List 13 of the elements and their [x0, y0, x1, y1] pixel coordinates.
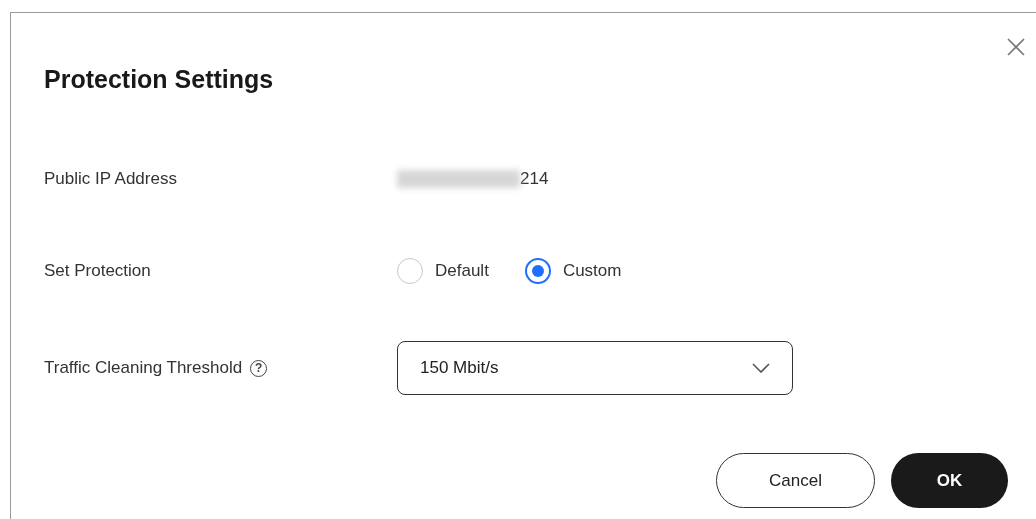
field-label: Public IP Address	[44, 169, 177, 189]
radio-label[interactable]: Custom	[562, 261, 622, 281]
ok-button[interactable]: OK	[891, 453, 1008, 508]
dialog-title: Protection Settings	[44, 64, 274, 95]
close-icon[interactable]	[1007, 38, 1025, 56]
chevron-down-icon	[752, 363, 770, 373]
radio-label[interactable]: Default	[435, 261, 489, 281]
threshold-select[interactable]: 150 Mbit/s	[397, 341, 793, 395]
radio-button[interactable]	[524, 258, 551, 284]
field-label: Set Protection	[44, 261, 151, 281]
cancel-button[interactable]: Cancel	[716, 453, 875, 508]
field-label: Traffic Cleaning Threshold	[44, 358, 243, 378]
ip-address-value: 214	[520, 169, 549, 189]
